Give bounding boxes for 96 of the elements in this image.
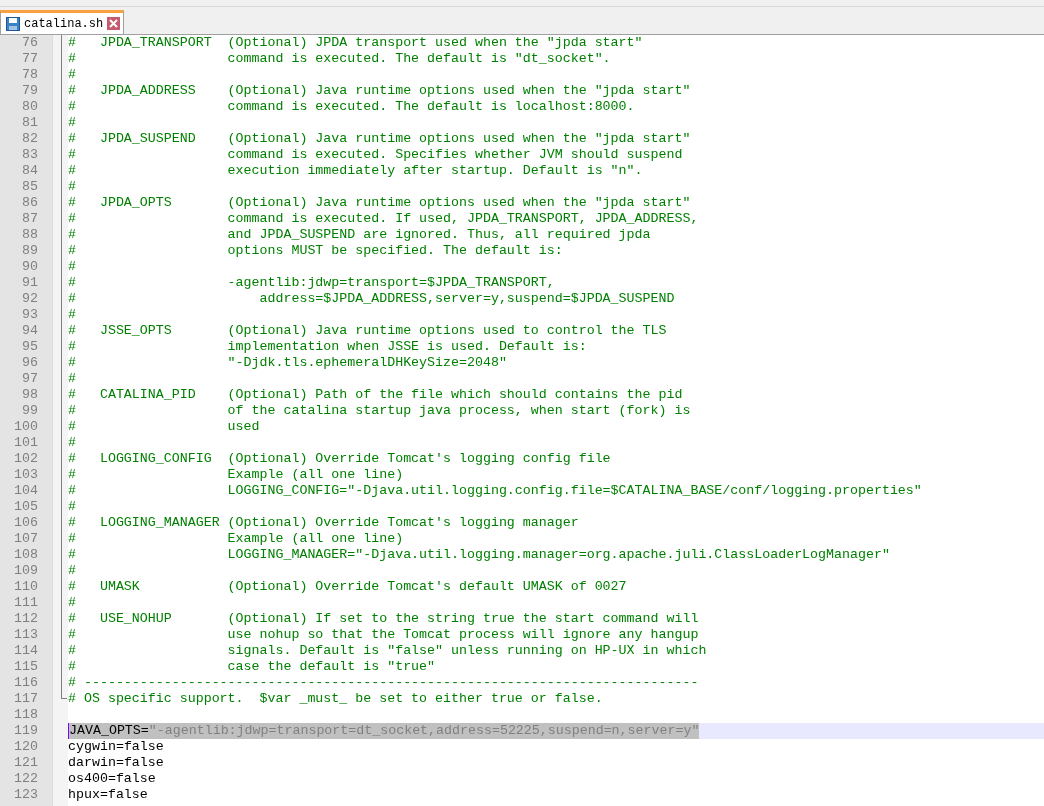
code-line: #	[68, 67, 76, 83]
line-number: 120	[14, 739, 38, 755]
line-number: 115	[14, 659, 38, 675]
line-number: 99	[22, 403, 38, 419]
line-number: 93	[22, 307, 38, 323]
line-number: 105	[14, 499, 38, 515]
code-line: # command is executed. The default is "dt_socket".	[68, 51, 611, 67]
line-number: 81	[22, 115, 38, 131]
line-number: 88	[22, 227, 38, 243]
code-line: # JPDA_SUSPEND (Optional) Java runtime options used when the "jpda start"	[68, 131, 691, 147]
code-line: # CATALINA_PID (Optional) Path of the file which should contains the pid	[68, 387, 683, 403]
code-line: #	[68, 595, 76, 611]
line-number: 101	[14, 435, 38, 451]
line-number: 80	[22, 99, 38, 115]
line-number: 112	[14, 611, 38, 627]
code-line: # implementation when JSSE is used. Default is:	[68, 339, 587, 355]
code-line: # and JPDA_SUSPEND are ignored. Thus, all required jpda	[68, 227, 651, 243]
line-number: 123	[14, 787, 38, 803]
code-line: # execution immediately after startup. Default is "n".	[68, 163, 643, 179]
code-line: # JPDA_TRANSPORT (Optional) JPDA transport used when the "jpda start"	[68, 35, 643, 51]
file-tab[interactable]: catalina.sh	[0, 10, 125, 34]
line-number: 119	[14, 723, 38, 739]
line-number: 82	[22, 131, 38, 147]
line-number: 113	[14, 627, 38, 643]
line-number: 83	[22, 147, 38, 163]
code-line: os400=false	[68, 771, 156, 787]
line-number: 100	[14, 419, 38, 435]
line-number: 118	[14, 707, 38, 723]
code-line: # -agentlib:jdwp=transport=$JPDA_TRANSPORT,	[68, 275, 555, 291]
code-line: # of the catalina startup java process, when start (fork) is	[68, 403, 691, 419]
code-line: # command is executed. The default is localhost:8000.	[68, 99, 635, 115]
line-number: 122	[14, 771, 38, 787]
code-line: # case the default is "true"	[68, 659, 436, 675]
code-line: #	[68, 499, 76, 515]
line-number: 98	[22, 387, 38, 403]
code-line: # use nohup so that the Tomcat process will ignore any hangup	[68, 627, 699, 643]
line-number: 111	[14, 595, 38, 611]
line-number: 90	[22, 259, 38, 275]
line-number: 79	[22, 83, 38, 99]
code-line: # JSSE_OPTS (Optional) Java runtime options used to control the TLS	[68, 323, 667, 339]
line-number: 116	[14, 675, 38, 691]
code-line: darwin=false	[68, 755, 164, 771]
code-line: # LOGGING_MANAGER (Optional) Override Tomcat's logging manager	[68, 515, 579, 531]
line-number: 107	[14, 531, 38, 547]
code-line: # options MUST be specified. The default is:	[68, 243, 563, 259]
line-number: 109	[14, 563, 38, 579]
code-line: # address=$JPDA_ADDRESS,server=y,suspend=$JPDA_SUSPEND	[68, 291, 675, 307]
line-number: 85	[22, 179, 38, 195]
line-number: 77	[22, 51, 38, 67]
line-number: 95	[22, 339, 38, 355]
code-line: # signals. Default is "false" unless running on HP-UX in which	[68, 643, 707, 659]
code-line: #	[68, 115, 76, 131]
code-line: hpux=false	[68, 787, 148, 803]
line-number: 114	[14, 643, 38, 659]
code-line: # command is executed. Specifies whether JVM should suspend	[68, 147, 683, 163]
line-number: 117	[14, 691, 38, 707]
code-line: # LOGGING_CONFIG="-Djava.util.logging.config.file=$CATALINA_BASE/conf/logging.properties"	[68, 483, 922, 499]
line-number: 87	[22, 211, 38, 227]
line-number: 94	[22, 323, 38, 339]
code-line: # "-Djdk.tls.ephemeralDHKeySize=2048"	[68, 355, 507, 371]
line-number: 110	[14, 579, 38, 595]
code-line: #	[68, 435, 76, 451]
line-number: 97	[22, 371, 38, 387]
code-line: # JPDA_ADDRESS (Optional) Java runtime options used when the "jpda start"	[68, 83, 691, 99]
code-line: #	[68, 307, 76, 323]
code-line: # command is executed. If used, JPDA_TRANSPORT, JPDA_ADDRESS,	[68, 211, 699, 227]
line-number: 92	[22, 291, 38, 307]
line-number: 108	[14, 547, 38, 563]
code-line: cygwin=false	[68, 739, 164, 755]
line-number: 84	[22, 163, 38, 179]
line-number: 91	[22, 275, 38, 291]
line-number: 121	[14, 755, 38, 771]
code-line: # used	[68, 419, 260, 435]
code-line: # USE_NOHUP (Optional) If set to the string true the start command will	[68, 611, 699, 627]
code-line: # LOGGING_MANAGER="-Djava.util.logging.manager=org.apache.juli.ClassLoaderLogManager"	[68, 547, 890, 563]
code-line: # -----------------------------------------------------------------------------	[68, 675, 699, 691]
line-number: 76	[22, 35, 38, 51]
line-number: 78	[22, 67, 38, 83]
line-number: 89	[22, 243, 38, 259]
code-line: # LOGGING_CONFIG (Optional) Override Tomcat's logging config file	[68, 451, 611, 467]
line-number: 86	[22, 195, 38, 211]
code-line: # JPDA_OPTS (Optional) Java runtime options used when the "jpda start"	[68, 195, 691, 211]
code-line: # UMASK (Optional) Override Tomcat's default UMASK of 0027	[68, 579, 627, 595]
line-number: 103	[14, 467, 38, 483]
close-icon[interactable]	[107, 17, 121, 30]
code-line: #	[68, 371, 76, 387]
line-number: 104	[14, 483, 38, 499]
code-line: #	[68, 259, 76, 275]
line-number: 102	[14, 451, 38, 467]
code-line: # Example (all one line)	[68, 467, 404, 483]
line-number: 106	[14, 515, 38, 531]
code-line: #	[68, 563, 76, 579]
code-line: #	[68, 179, 76, 195]
code-line: # OS specific support. $var _must_ be set to either true or false.	[68, 691, 603, 707]
code-line: # Example (all one line)	[68, 531, 404, 547]
line-number: 96	[22, 355, 38, 371]
